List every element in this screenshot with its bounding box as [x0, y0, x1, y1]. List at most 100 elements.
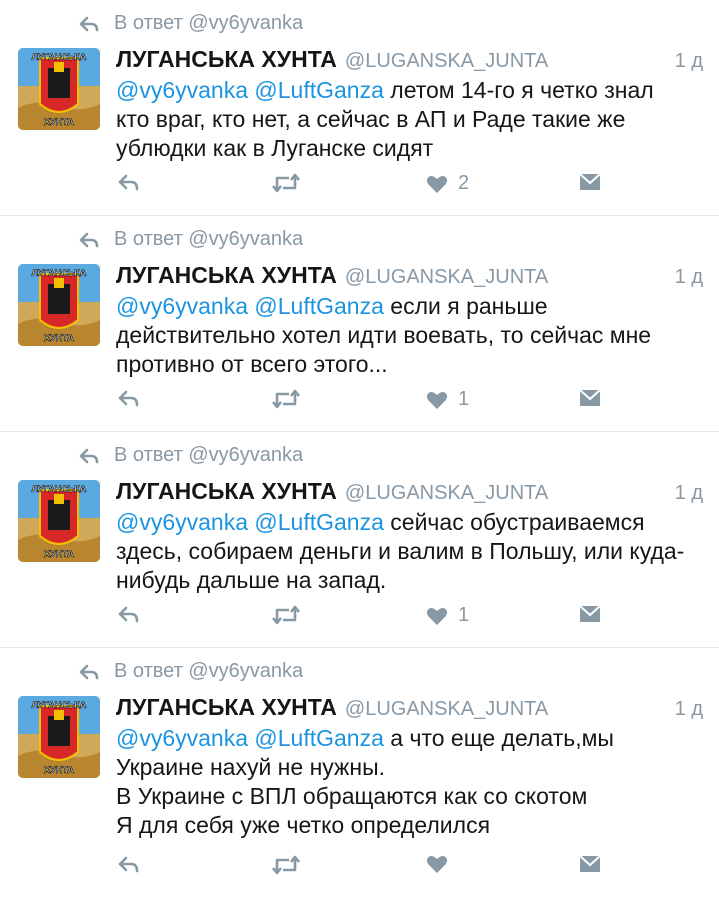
reply-context-label: В ответ @vy6yvanka: [114, 660, 304, 682]
tweet-actions: 2: [116, 172, 606, 200]
direct-message-button[interactable]: [578, 604, 602, 624]
tweet-feed: В ответ @vy6yvanka ЛУГАНСЬКА ХУНТА ЛУГАН…: [0, 0, 719, 898]
retweet-button[interactable]: [270, 388, 302, 410]
svg-text:ЛУГАНСЬКА: ЛУГАНСЬКА: [32, 268, 87, 278]
reply-context-label: В ответ @vy6yvanka: [114, 444, 304, 466]
direct-message-button[interactable]: [578, 172, 602, 192]
tweet[interactable]: В ответ @vy6yvanka ЛУГАНСЬКА ХУНТА ЛУГАН…: [0, 432, 719, 648]
author-name[interactable]: ЛУГАНСЬКА ХУНТА: [116, 262, 337, 289]
reply-arrow-icon: [79, 664, 99, 679]
tweet-actions: 1: [116, 604, 606, 632]
reply-icon: [118, 174, 139, 191]
author-name[interactable]: ЛУГАНСЬКА ХУНТА: [116, 694, 337, 721]
mention-link[interactable]: @LuftGanza: [254, 293, 383, 319]
like-button[interactable]: 1: [426, 388, 469, 411]
reply-context-label: В ответ @vy6yvanka: [114, 228, 304, 250]
reply-context[interactable]: В ответ @vy6yvanka: [78, 12, 303, 35]
tweet-actions: 1: [116, 388, 606, 416]
like-button[interactable]: 2: [426, 172, 469, 195]
reply-context[interactable]: В ответ @vy6yvanka: [78, 228, 303, 251]
avatar[interactable]: ЛУГАНСЬКА ХУНТА: [18, 696, 100, 778]
reply-button[interactable]: [116, 172, 142, 194]
heart-icon: [426, 856, 448, 873]
author-name[interactable]: ЛУГАНСЬКА ХУНТА: [116, 46, 337, 73]
tweet-header: ЛУГАНСЬКА ХУНТА @LUGANSKA_JUNTA 1 д: [116, 478, 703, 505]
mention-link[interactable]: @LuftGanza: [254, 77, 383, 103]
avatar[interactable]: ЛУГАНСЬКА ХУНТА: [18, 48, 100, 130]
direct-message-button[interactable]: [578, 854, 602, 874]
svg-text:ЛУГАНСЬКА: ЛУГАНСЬКА: [32, 52, 87, 62]
tweet-timestamp[interactable]: 1 д: [675, 698, 703, 721]
mention-link[interactable]: @vy6yvanka: [116, 509, 248, 535]
avatar-emblem-image: ЛУГАНСЬКА ХУНТА: [18, 696, 100, 778]
svg-text:ХУНТА: ХУНТА: [44, 549, 74, 559]
mention-link[interactable]: @vy6yvanka: [116, 293, 248, 319]
avatar[interactable]: ЛУГАНСЬКА ХУНТА: [18, 480, 100, 562]
mention-link[interactable]: @vy6yvanka: [116, 725, 248, 751]
tweet-header: ЛУГАНСЬКА ХУНТА @LUGANSKA_JUNTA 1 д: [116, 262, 703, 289]
reply-arrow-icon: [79, 16, 99, 31]
tweet[interactable]: В ответ @vy6yvanka ЛУГАНСЬКА ХУНТА ЛУГАН…: [0, 0, 719, 216]
author-handle[interactable]: @LUGANSKA_JUNTA: [345, 266, 548, 289]
avatar-emblem-image: ЛУГАНСЬКА ХУНТА: [18, 264, 100, 346]
direct-message-icon: [579, 855, 601, 872]
mention-link[interactable]: @LuftGanza: [254, 509, 383, 535]
direct-message-button[interactable]: [578, 388, 602, 408]
tweet-text: @vy6yvanka @LuftGanza летом 14-го я четк…: [116, 76, 693, 163]
tweet[interactable]: В ответ @vy6yvanka ЛУГАНСЬКА ХУНТА ЛУГАН…: [0, 648, 719, 898]
direct-message-icon: [579, 389, 601, 406]
reply-context[interactable]: В ответ @vy6yvanka: [78, 660, 303, 683]
retweet-icon: [271, 855, 301, 875]
tweet-text: @vy6yvanka @LuftGanza а что еще делать,м…: [116, 724, 693, 840]
like-count: 1: [458, 604, 470, 626]
svg-text:ХУНТА: ХУНТА: [44, 117, 74, 127]
reply-context[interactable]: В ответ @vy6yvanka: [78, 444, 303, 467]
svg-text:ХУНТА: ХУНТА: [44, 333, 74, 343]
author-handle[interactable]: @LUGANSKA_JUNTA: [345, 482, 548, 505]
tweet-timestamp[interactable]: 1 д: [675, 482, 703, 505]
tweet-timestamp[interactable]: 1 д: [675, 266, 703, 289]
heart-icon: [426, 607, 448, 625]
retweet-icon: [271, 605, 301, 625]
reply-icon: [118, 390, 139, 407]
tweet-header: ЛУГАНСЬКА ХУНТА @LUGANSKA_JUNTA 1 д: [116, 46, 703, 73]
author-name[interactable]: ЛУГАНСЬКА ХУНТА: [116, 478, 337, 505]
mention-link[interactable]: @vy6yvanka: [116, 77, 248, 103]
reply-icon: [118, 856, 139, 873]
tweet-timestamp[interactable]: 1 д: [675, 50, 703, 73]
svg-text:ЛУГАНСЬКА: ЛУГАНСЬКА: [32, 484, 87, 494]
mention-link[interactable]: @LuftGanza: [254, 725, 383, 751]
avatar-emblem-image: ЛУГАНСЬКА ХУНТА: [18, 48, 100, 130]
reply-arrow-icon: [79, 448, 99, 463]
tweet-actions: [116, 854, 606, 882]
avatar[interactable]: ЛУГАНСЬКА ХУНТА: [18, 264, 100, 346]
tweet-text: @vy6yvanka @LuftGanza сейчас обустраивае…: [116, 508, 693, 595]
reply-icon: [118, 606, 139, 623]
tweet-text: @vy6yvanka @LuftGanza если я раньше дейс…: [116, 292, 693, 379]
direct-message-icon: [579, 173, 601, 190]
like-button[interactable]: 1: [426, 604, 469, 627]
reply-button[interactable]: [116, 854, 142, 876]
heart-icon: [426, 175, 448, 193]
reply-arrow-icon: [79, 232, 99, 247]
author-handle[interactable]: @LUGANSKA_JUNTA: [345, 50, 548, 73]
retweet-icon: [271, 173, 301, 193]
reply-button[interactable]: [116, 388, 142, 410]
svg-text:ХУНТА: ХУНТА: [44, 765, 74, 775]
author-handle[interactable]: @LUGANSKA_JUNTA: [345, 698, 548, 721]
like-button[interactable]: [426, 854, 458, 874]
retweet-icon: [271, 389, 301, 409]
avatar-emblem-image: ЛУГАНСЬКА ХУНТА: [18, 480, 100, 562]
svg-text:ЛУГАНСЬКА: ЛУГАНСЬКА: [32, 700, 87, 710]
heart-icon: [426, 391, 448, 409]
tweet[interactable]: В ответ @vy6yvanka ЛУГАНСЬКА ХУНТА ЛУГАН…: [0, 216, 719, 432]
retweet-button[interactable]: [270, 604, 302, 626]
retweet-button[interactable]: [270, 854, 302, 876]
reply-context-label: В ответ @vy6yvanka: [114, 12, 304, 34]
reply-button[interactable]: [116, 604, 142, 626]
like-count: 2: [458, 172, 470, 194]
retweet-button[interactable]: [270, 172, 302, 194]
tweet-header: ЛУГАНСЬКА ХУНТА @LUGANSKA_JUNTA 1 д: [116, 694, 703, 721]
direct-message-icon: [579, 605, 601, 622]
like-count: 1: [458, 388, 470, 410]
